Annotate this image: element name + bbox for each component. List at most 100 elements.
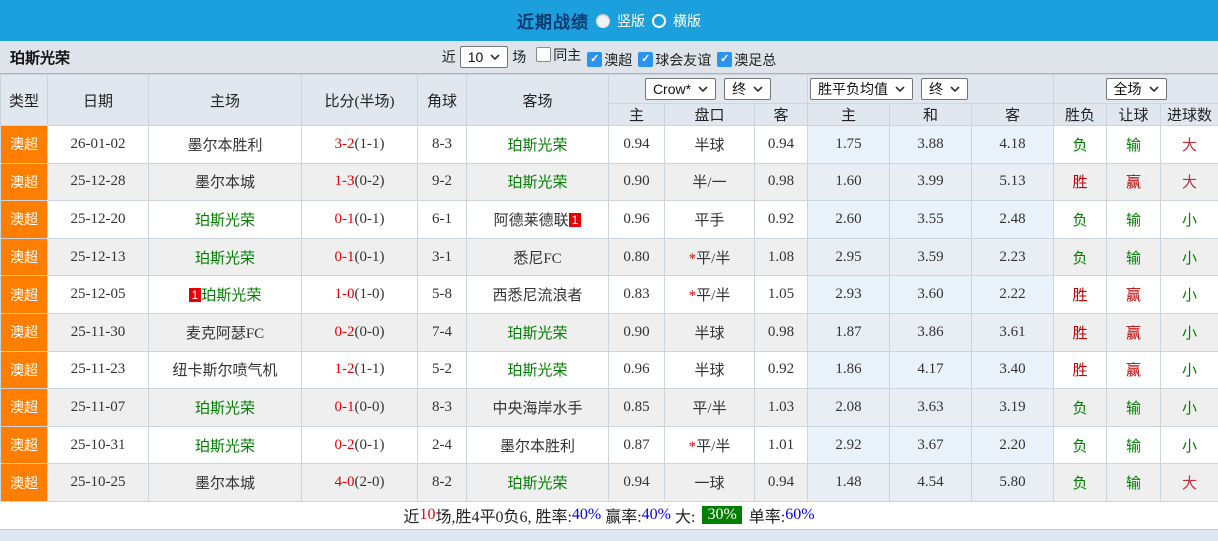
recent-results-panel: 近期战绩 竖版 横版 珀斯光荣 近 10 场 同主 ✓ 澳超 ✓ 球会友谊 ✓ 澳足总 类型 xyxy=(0,0,1218,541)
mean-draw-cell: 3.67 xyxy=(889,425,973,465)
halftime-score: (0-1) xyxy=(354,210,385,227)
horizontal-layout-label[interactable]: 横版 xyxy=(673,11,701,31)
fulltime-score: 4-0 xyxy=(334,474,355,491)
team-label: 珀斯光荣 xyxy=(507,175,568,192)
results-table: 类型 日期 主场 比分(半场) 角球 客场 Crow* 终 胜平负均值 终 全场… xyxy=(0,74,1218,502)
handicap-label: 半球 xyxy=(694,137,725,154)
mean-draw-cell: 3.63 xyxy=(889,388,973,427)
subheader-odds-home: 主 xyxy=(608,103,665,126)
away-team-cell: 珀斯光荣 xyxy=(466,350,609,390)
home-team-cell: 珀斯光荣 xyxy=(148,237,302,277)
mean-home-cell: 1.87 xyxy=(807,312,891,352)
goals-cell: 小 xyxy=(1160,388,1218,427)
filter-toolbar: 珀斯光荣 近 10 场 同主 ✓ 澳超 ✓ 球会友谊 ✓ 澳足总 xyxy=(0,41,1218,74)
table-row: 澳超 26-01-02 墨尔本胜利 3-2(1-1) 8-3 珀斯光荣 0.94 半球 0.94… xyxy=(0,125,1218,164)
goals-cell: 小 xyxy=(1160,350,1218,390)
score-cell: 0-1(0-0) xyxy=(301,388,418,427)
away-team-cell: 珀斯光荣 xyxy=(466,312,609,352)
home-team-cell: 麦克阿瑟FC xyxy=(148,312,302,352)
handicap-cell: 半/一 xyxy=(664,162,755,202)
halftime-score: (0-1) xyxy=(354,436,385,453)
subheader-odds-away: 客 xyxy=(753,103,809,126)
corner-cell: 9-2 xyxy=(417,162,467,202)
league-type-cell: 澳超 xyxy=(0,275,48,314)
mean-dropdown-group: 胜平负均值 终 xyxy=(807,74,1055,104)
table-row: 澳超 25-12-05 1 珀斯光荣 1-0(1-0) 5-8 西悉尼流浪者 0.83 *平/半… xyxy=(0,275,1218,314)
matches-label: 场 xyxy=(512,51,527,66)
handicap-cell: 半球 xyxy=(664,125,755,164)
league-type-cell: 澳超 xyxy=(0,463,48,502)
mean-source-select[interactable]: 胜平负均值 xyxy=(810,78,914,100)
vertical-layout-label[interactable]: 竖版 xyxy=(617,11,645,31)
away-team-cell: 中央海岸水手 xyxy=(466,388,609,427)
filter-label: 澳超 xyxy=(604,53,633,69)
summary-segment: 近 xyxy=(403,509,420,527)
odds-home-cell: 0.94 xyxy=(608,125,665,164)
recent-label: 近 xyxy=(441,51,456,66)
home-team-cell: 珀斯光荣 xyxy=(148,200,302,239)
filter-controls: 近 10 场 同主 ✓ 澳超 ✓ 球会友谊 ✓ 澳足总 xyxy=(0,45,1218,70)
team-label: 麦克阿瑟FC xyxy=(185,325,265,342)
col-header-away: 客场 xyxy=(466,74,609,126)
odds-source-select[interactable]: Crow* xyxy=(644,78,717,100)
subheader-handicap-result: 让球 xyxy=(1106,103,1162,126)
mean-home-cell: 2.60 xyxy=(807,200,891,239)
table-row: 澳超 25-11-23 纽卡斯尔喷气机 1-2(1-1) 5-2 珀斯光荣 0.96 半球 0.… xyxy=(0,350,1218,390)
team-label: 珀斯光荣 xyxy=(507,363,568,380)
corner-cell: 2-4 xyxy=(417,425,467,465)
halftime-score: (0-0) xyxy=(354,398,385,415)
handicap-label: 半球 xyxy=(694,363,725,380)
results-tbody: 澳超 26-01-02 墨尔本胜利 3-2(1-1) 8-3 珀斯光荣 0.94 半球 0.94… xyxy=(0,125,1218,502)
handicap-cell: *平/半 xyxy=(664,237,755,277)
team-label: 阿德莱德联 xyxy=(493,212,569,229)
score-cell: 0-1(0-1) xyxy=(301,237,418,277)
col-header-score: 比分(半场) xyxy=(301,74,418,126)
goals-cell: 小 xyxy=(1160,275,1218,314)
handicap-result-cell: 输 xyxy=(1106,125,1162,164)
team-label: 墨尔本城 xyxy=(194,476,255,493)
match-date-cell: 25-12-13 xyxy=(47,237,149,277)
odds-time-select[interactable]: 终 xyxy=(724,78,772,100)
match-date-cell: 25-12-05 xyxy=(47,275,149,314)
unchecked-checkbox[interactable] xyxy=(536,47,552,62)
halftime-score: (0-0) xyxy=(354,323,385,340)
handicap-cell: 平/半 xyxy=(664,388,755,427)
checked-checkbox[interactable]: ✓ xyxy=(638,52,654,67)
handicap-label: 半球 xyxy=(694,325,725,342)
handicap-result-cell: 输 xyxy=(1106,463,1162,502)
handicap-cell: 半球 xyxy=(664,350,755,390)
horizontal-layout-radio[interactable] xyxy=(652,13,666,28)
vertical-layout-radio[interactable] xyxy=(596,13,610,28)
subheader-mean-draw: 和 xyxy=(889,103,973,126)
league-type-cell: 澳超 xyxy=(0,200,48,239)
mean-draw-cell: 3.59 xyxy=(889,237,973,277)
odds-away-cell: 0.98 xyxy=(753,312,809,352)
checked-checkbox[interactable]: ✓ xyxy=(717,52,733,67)
corner-cell: 8-2 xyxy=(417,463,467,502)
team-label: 珀斯光荣 xyxy=(194,400,255,417)
fulltime-score: 1-3 xyxy=(334,173,355,190)
corner-cell: 6-1 xyxy=(417,200,467,239)
away-team-cell: 珀斯光荣 xyxy=(466,125,609,164)
handicap-cell: 平手 xyxy=(664,200,755,239)
team-label: 中央海岸水手 xyxy=(492,400,583,417)
team-label: 珀斯光荣 xyxy=(507,325,568,342)
away-team-cell: 墨尔本胜利 xyxy=(466,425,609,465)
handicap-cell: 一球 xyxy=(664,463,755,502)
checked-checkbox[interactable]: ✓ xyxy=(587,52,603,67)
home-team-cell: 墨尔本城 xyxy=(148,463,302,502)
filter-item: ✓ 澳足总 xyxy=(711,50,776,70)
odds-home-cell: 0.83 xyxy=(608,275,665,314)
chevron-down-icon xyxy=(753,86,763,92)
handicap-label: 半/一 xyxy=(692,175,727,192)
mean-home-cell: 1.60 xyxy=(807,162,891,202)
handicap-label: 平/半 xyxy=(696,438,731,455)
mean-time-select[interactable]: 终 xyxy=(921,78,969,100)
scope-select[interactable]: 全场 xyxy=(1105,78,1167,100)
title-bar: 近期战绩 竖版 横版 xyxy=(0,0,1218,41)
odds-away-cell: 0.92 xyxy=(753,200,809,239)
table-row: 澳超 25-12-28 墨尔本城 1-3(0-2) 9-2 珀斯光荣 0.90 半/一 0.98… xyxy=(0,162,1218,202)
scope-dropdown-group: 全场 xyxy=(1053,74,1218,104)
recent-count-select[interactable]: 10 xyxy=(459,46,509,68)
fulltime-score: 0-1 xyxy=(334,398,355,415)
